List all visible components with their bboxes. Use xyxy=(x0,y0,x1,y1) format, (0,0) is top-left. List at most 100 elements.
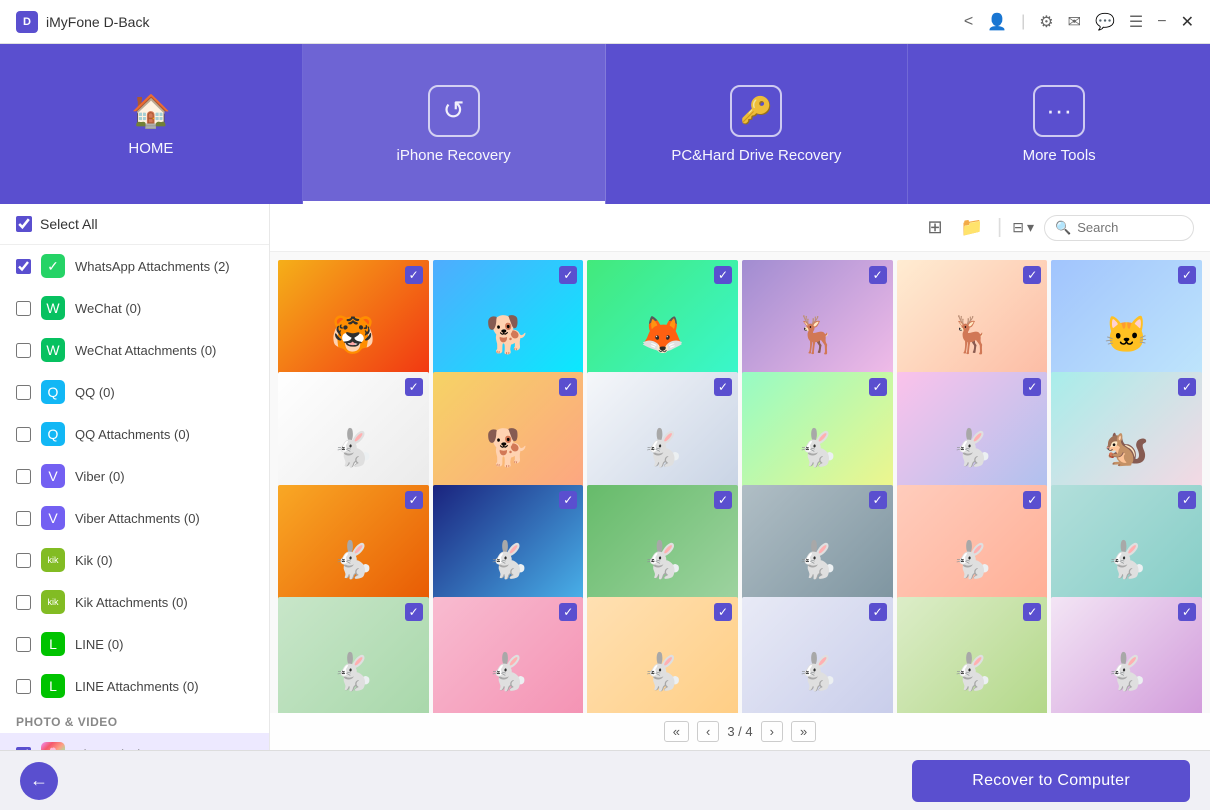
checkbox-line-attachments[interactable] xyxy=(16,679,31,694)
checkbox-qq[interactable] xyxy=(16,385,31,400)
checkbox-kik-attachments[interactable] xyxy=(16,595,31,610)
next-page-button[interactable]: › xyxy=(761,721,783,742)
sidebar-item-line-attachments[interactable]: L LINE Attachments (0) xyxy=(0,665,269,707)
iphone-recovery-icon: ↺ xyxy=(428,85,480,137)
filter-chevron-icon: ▾ xyxy=(1027,219,1034,236)
first-page-button[interactable]: « xyxy=(664,721,689,742)
recover-button[interactable]: Recover to Computer xyxy=(912,760,1190,802)
prev-page-button[interactable]: ‹ xyxy=(697,721,719,742)
sidebar-item-viber-attachments[interactable]: V Viber Attachments (0) xyxy=(0,497,269,539)
search-input[interactable] xyxy=(1077,220,1183,235)
app-logo: D xyxy=(16,11,38,33)
sidebar-item-photos[interactable]: 🌸 Photos (83) xyxy=(0,733,269,750)
sidebar-item-label: Photos (83) xyxy=(75,747,142,751)
filter-button[interactable]: ⊟ ▾ xyxy=(1012,219,1034,236)
sidebar-item-kik[interactable]: kik Kik (0) xyxy=(0,539,269,581)
photo-select-checkbox[interactable]: ✓ xyxy=(559,491,577,509)
wechat-attach-icon: W xyxy=(41,338,65,362)
tab-iphone-recovery[interactable]: ↺ iPhone Recovery xyxy=(303,44,606,204)
close-button[interactable]: ✕ xyxy=(1181,12,1194,32)
checkbox-viber-attachments[interactable] xyxy=(16,511,31,526)
photo-select-checkbox[interactable]: ✓ xyxy=(1178,266,1196,284)
sidebar-item-label: QQ Attachments (0) xyxy=(75,427,190,442)
select-all-checkbox[interactable] xyxy=(16,216,32,232)
grid-view-button[interactable]: ⊞ xyxy=(924,213,947,242)
tab-more-tools-label: More Tools xyxy=(1023,147,1096,164)
photo-select-checkbox[interactable]: ✓ xyxy=(714,491,732,509)
back-button[interactable]: ← xyxy=(20,762,58,800)
photo-select-checkbox[interactable]: ✓ xyxy=(714,378,732,396)
sidebar-item-qq[interactable]: Q QQ (0) xyxy=(0,371,269,413)
line-attach-icon: L xyxy=(41,674,65,698)
photo-select-checkbox[interactable]: ✓ xyxy=(869,603,887,621)
checkbox-line[interactable] xyxy=(16,637,31,652)
photo-select-checkbox[interactable]: ✓ xyxy=(1023,378,1041,396)
photo-cell[interactable]: 🐇✓ xyxy=(897,597,1048,713)
checkbox-wechat-attachments[interactable] xyxy=(16,343,31,358)
photo-select-checkbox[interactable]: ✓ xyxy=(1023,603,1041,621)
photo-select-checkbox[interactable]: ✓ xyxy=(1023,491,1041,509)
photo-select-checkbox[interactable]: ✓ xyxy=(869,266,887,284)
photo-select-checkbox[interactable]: ✓ xyxy=(559,603,577,621)
viber-attach-icon: V xyxy=(41,506,65,530)
photo-select-checkbox[interactable]: ✓ xyxy=(714,603,732,621)
photo-select-checkbox[interactable]: ✓ xyxy=(559,266,577,284)
sidebar-item-qq-attachments[interactable]: Q QQ Attachments (0) xyxy=(0,413,269,455)
checkbox-whatsapp-attachments[interactable] xyxy=(16,259,31,274)
share-icon[interactable]: < xyxy=(964,13,973,31)
sidebar-item-wechat[interactable]: W WeChat (0) xyxy=(0,287,269,329)
photo-cell[interactable]: 🐇✓ xyxy=(742,597,893,713)
minimize-button[interactable]: − xyxy=(1157,13,1166,31)
content-toolbar: ⊞ 📁 | ⊟ ▾ 🔍 xyxy=(270,204,1210,252)
select-all-label: Select All xyxy=(40,216,98,232)
qq-icon: Q xyxy=(41,380,65,404)
sidebar-item-wechat-attachments[interactable]: W WeChat Attachments (0) xyxy=(0,329,269,371)
photo-cell[interactable]: 🐇✓ xyxy=(1051,597,1202,713)
menu-icon[interactable]: ☰ xyxy=(1129,12,1143,32)
last-page-button[interactable]: » xyxy=(791,721,816,742)
checkbox-viber[interactable] xyxy=(16,469,31,484)
photo-cell[interactable]: 🐇✓ xyxy=(278,597,429,713)
checkbox-photos[interactable] xyxy=(16,747,31,751)
checkbox-kik[interactable] xyxy=(16,553,31,568)
checkbox-qq-attachments[interactable] xyxy=(16,427,31,442)
search-box: 🔍 xyxy=(1044,215,1194,241)
photo-cell[interactable]: 🐇✓ xyxy=(433,597,584,713)
photo-select-checkbox[interactable]: ✓ xyxy=(869,378,887,396)
sidebar-item-label: LINE Attachments (0) xyxy=(75,679,199,694)
pagination: « ‹ 3 / 4 › » xyxy=(270,713,1210,750)
kik-attach-icon: kik xyxy=(41,590,65,614)
tab-pc-recovery[interactable]: 🔑 PC&Hard Drive Recovery xyxy=(606,44,909,204)
photo-select-checkbox[interactable]: ✓ xyxy=(405,378,423,396)
tab-more-tools[interactable]: ··· More Tools xyxy=(908,44,1210,204)
photo-select-checkbox[interactable]: ✓ xyxy=(869,491,887,509)
sidebar-item-viber[interactable]: V Viber (0) xyxy=(0,455,269,497)
photo-select-checkbox[interactable]: ✓ xyxy=(559,378,577,396)
photo-cell[interactable]: 🐇✓ xyxy=(587,597,738,713)
sidebar-item-kik-attachments[interactable]: kik Kik Attachments (0) xyxy=(0,581,269,623)
photo-select-checkbox[interactable]: ✓ xyxy=(405,491,423,509)
sidebar-item-whatsapp-attachments[interactable]: ✓ WhatsApp Attachments (2) xyxy=(0,245,269,287)
photo-select-checkbox[interactable]: ✓ xyxy=(405,266,423,284)
app-name: iMyFone D-Back xyxy=(46,14,149,30)
list-view-button[interactable]: 📁 xyxy=(957,213,987,242)
nav-tabs: 🏠 HOME ↺ iPhone Recovery 🔑 PC&Hard Drive… xyxy=(0,44,1210,204)
wechat-icon: W xyxy=(41,296,65,320)
photo-select-checkbox[interactable]: ✓ xyxy=(1178,603,1196,621)
sidebar-item-label: WeChat Attachments (0) xyxy=(75,343,216,358)
photo-select-checkbox[interactable]: ✓ xyxy=(1178,491,1196,509)
tab-home[interactable]: 🏠 HOME xyxy=(0,44,303,204)
tab-pc-recovery-label: PC&Hard Drive Recovery xyxy=(671,147,841,164)
photo-select-checkbox[interactable]: ✓ xyxy=(405,603,423,621)
sidebar-item-label: Kik (0) xyxy=(75,553,113,568)
sidebar: Select All ✓ WhatsApp Attachments (2) W … xyxy=(0,204,270,750)
sidebar-item-line[interactable]: L LINE (0) xyxy=(0,623,269,665)
chat-icon[interactable]: 💬 xyxy=(1095,12,1115,32)
profile-icon[interactable]: 👤 xyxy=(987,12,1007,32)
mail-icon[interactable]: ✉ xyxy=(1068,12,1081,32)
photo-select-checkbox[interactable]: ✓ xyxy=(714,266,732,284)
photo-select-checkbox[interactable]: ✓ xyxy=(1178,378,1196,396)
checkbox-wechat[interactable] xyxy=(16,301,31,316)
photo-select-checkbox[interactable]: ✓ xyxy=(1023,266,1041,284)
settings-icon[interactable]: ⚙ xyxy=(1039,12,1053,32)
